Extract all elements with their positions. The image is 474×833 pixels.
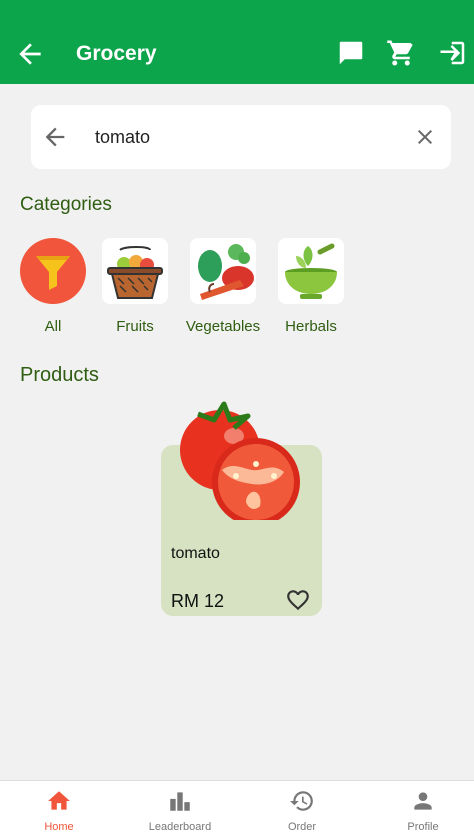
funnel-icon bbox=[20, 238, 86, 304]
fruit-basket-icon bbox=[102, 238, 168, 304]
nav-label: Profile bbox=[407, 821, 439, 833]
leaderboard-icon bbox=[170, 792, 190, 811]
bottom-navigation: Home Leaderboard Order Profile bbox=[0, 780, 474, 833]
home-icon bbox=[48, 791, 70, 810]
chat-icon[interactable] bbox=[336, 38, 366, 68]
category-fruits[interactable]: Fruits bbox=[102, 238, 168, 335]
category-vegetables[interactable]: Vegetables bbox=[186, 238, 260, 335]
herbal-bowl-icon bbox=[278, 238, 344, 304]
cart-icon[interactable] bbox=[386, 38, 416, 68]
close-icon[interactable] bbox=[413, 125, 437, 149]
products-title: Products bbox=[20, 364, 99, 386]
search-input[interactable] bbox=[95, 123, 395, 151]
tomato-image bbox=[180, 401, 300, 520]
app-bar: Grocery bbox=[0, 0, 474, 84]
history-icon bbox=[290, 791, 313, 811]
person-icon bbox=[414, 792, 432, 810]
arrow-left-icon[interactable] bbox=[14, 38, 46, 70]
category-label: Fruits bbox=[116, 318, 154, 335]
categories-title: Categories bbox=[20, 194, 112, 215]
category-all[interactable]: All bbox=[20, 238, 86, 335]
category-label: Vegetables bbox=[185, 318, 261, 335]
logout-icon[interactable] bbox=[438, 38, 468, 68]
heart-outline-icon[interactable] bbox=[285, 587, 311, 613]
category-herbals[interactable]: Herbals bbox=[278, 238, 344, 335]
vegetables-icon bbox=[190, 238, 256, 304]
product-price: RM 12 bbox=[171, 591, 225, 611]
arrow-left-icon[interactable] bbox=[41, 123, 69, 151]
nav-order[interactable]: Order bbox=[243, 781, 361, 833]
app-title: Grocery bbox=[76, 42, 157, 65]
nav-label: Home bbox=[44, 821, 74, 833]
nav-profile[interactable]: Profile bbox=[364, 781, 474, 833]
product-name: tomato bbox=[171, 545, 220, 562]
nav-label: Order bbox=[287, 821, 317, 833]
nav-label: Leaderboard bbox=[148, 821, 212, 833]
search-bar bbox=[31, 105, 451, 169]
nav-home[interactable]: Home bbox=[0, 781, 118, 833]
nav-leaderboard[interactable]: Leaderboard bbox=[121, 781, 239, 833]
category-label: All bbox=[44, 318, 62, 335]
category-label: Herbals bbox=[285, 318, 337, 335]
